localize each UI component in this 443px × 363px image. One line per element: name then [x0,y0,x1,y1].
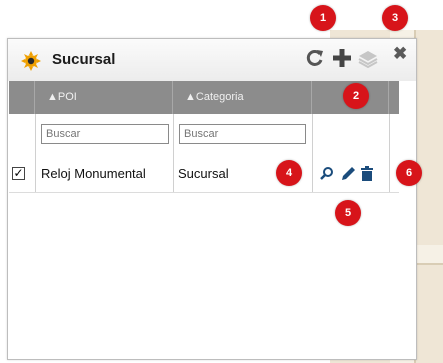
close-icon[interactable]: ✖ [393,44,407,64]
pencil-icon[interactable] [340,164,356,184]
annotation-badge-1: 1 [310,5,336,31]
grid-divider [389,114,390,192]
grid-divider [35,114,36,192]
trash-icon[interactable] [359,164,375,184]
layers-icon[interactable] [358,50,378,73]
table-row[interactable]: ✓ Reloj Monumental Sucursal [9,156,399,193]
categoria-search-input[interactable] [179,124,306,144]
annotation-badge-6: 6 [396,160,422,186]
sun-icon [21,51,41,71]
panel-title: Sucursal [52,51,116,68]
row-checkbox[interactable]: ✓ [12,167,25,180]
grid-divider [312,114,313,192]
annotation-badge-5: 5 [335,200,361,226]
checkbox-column-header [9,81,35,114]
column-header-poi[interactable]: ▲POI [35,81,173,114]
search-icon[interactable] [319,164,335,184]
column-header-poi-label: ▲POI [47,91,77,103]
plus-icon[interactable] [332,41,352,75]
extra-column-header [389,81,399,114]
column-header-categoria[interactable]: ▲Categoria [173,81,312,114]
annotation-badge-3: 3 [382,5,408,31]
panel-header: Sucursal ✖ [8,39,416,81]
filter-row [9,114,399,157]
annotation-badge-4: 4 [276,160,302,186]
refresh-icon[interactable] [306,46,324,73]
annotation-badge-2: 2 [343,83,369,109]
column-header-categoria-label: ▲Categoria [185,91,244,103]
grid-divider [173,114,174,192]
row-poi: Reloj Monumental [41,166,146,181]
poi-search-input[interactable] [41,124,169,144]
